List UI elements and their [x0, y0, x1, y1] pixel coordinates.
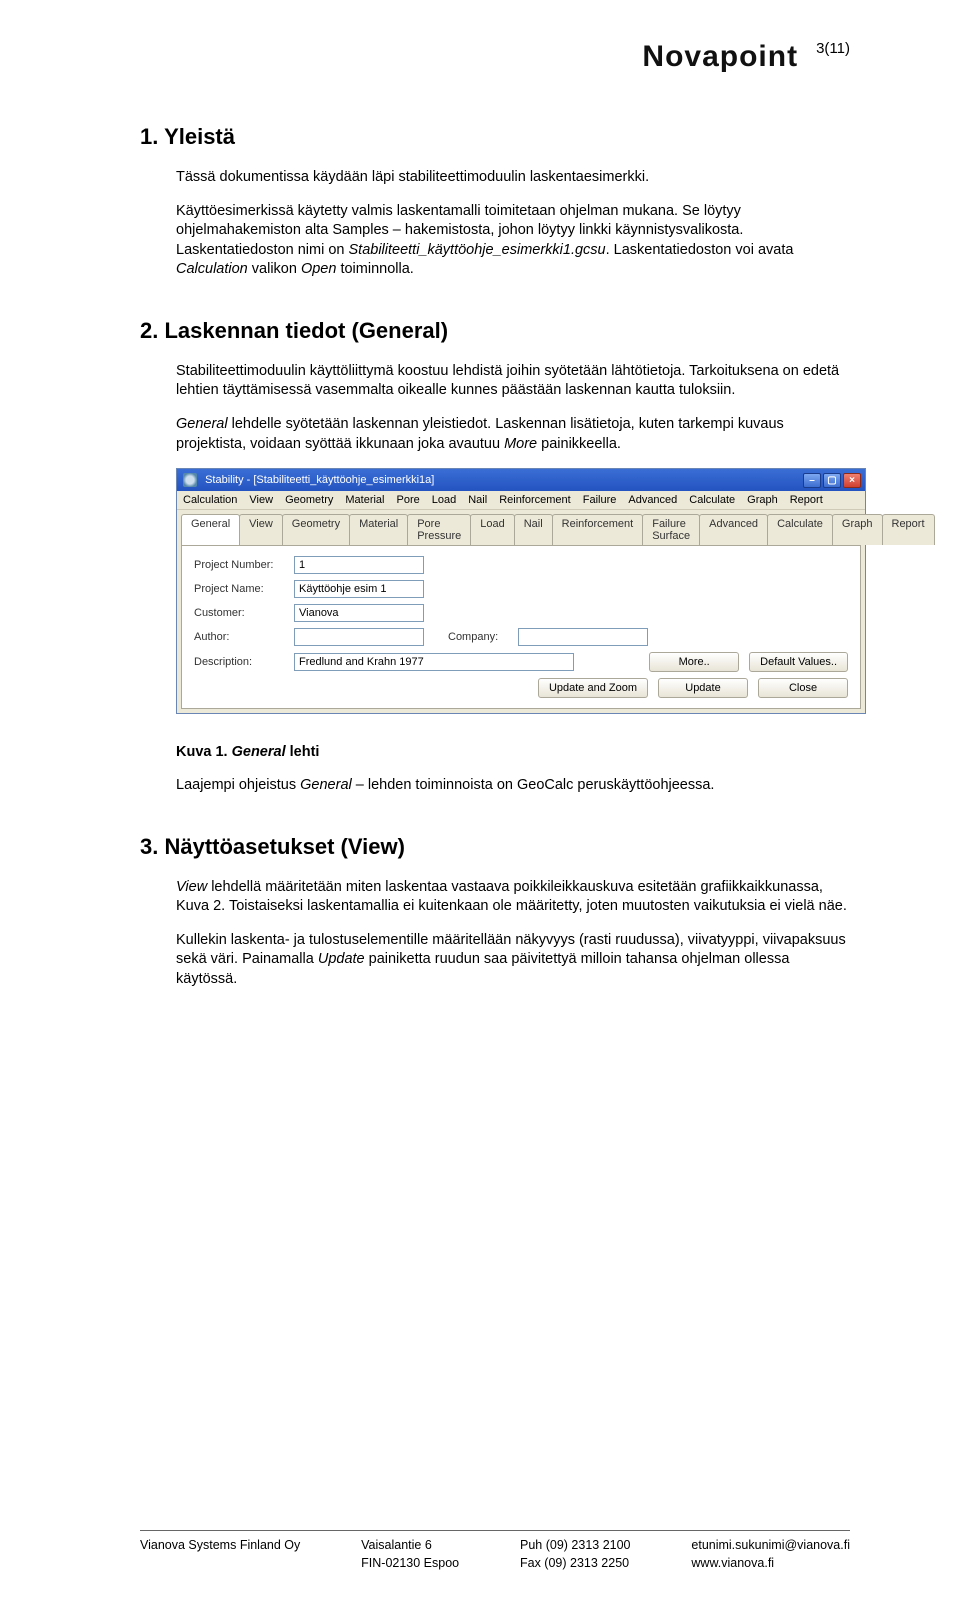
s2-p2-general: General	[176, 416, 228, 432]
stability-app-window: Stability - [Stabiliteetti_käyttöohje_es…	[176, 468, 866, 714]
label-customer: Customer:	[194, 607, 294, 619]
tab-report[interactable]: Report	[882, 514, 935, 545]
label-project-number: Project Number:	[194, 559, 294, 571]
section-3-title: 3. Näyttöasetukset (View)	[140, 834, 850, 860]
minimize-button[interactable]: –	[803, 473, 821, 488]
window-title: Stability - [Stabiliteetti_käyttöohje_es…	[205, 474, 434, 486]
update-and-zoom-button[interactable]: Update and Zoom	[538, 678, 648, 698]
tab-advanced[interactable]: Advanced	[699, 514, 768, 545]
tab-view[interactable]: View	[239, 514, 283, 545]
section-2-title: 2. Laskennan tiedot (General)	[140, 318, 850, 344]
close-panel-button[interactable]: Close	[758, 678, 848, 698]
input-project-number[interactable]	[294, 556, 424, 574]
section-1-title: 1. Yleistä	[140, 124, 850, 150]
s2-p3: Laajempi ohjeistus General – lehden toim…	[176, 776, 850, 796]
tab-calculate[interactable]: Calculate	[767, 514, 833, 545]
tab-nail[interactable]: Nail	[514, 514, 553, 545]
s3-p1-view: View	[176, 879, 207, 895]
close-button[interactable]: ×	[843, 473, 861, 488]
label-project-name: Project Name:	[194, 583, 294, 595]
more-button[interactable]: More..	[649, 652, 739, 672]
s1-p2-file: Stabiliteetti_käyttöohje_esimerkki1.gcsu	[349, 242, 606, 258]
tab-failure-surface[interactable]: Failure Surface	[642, 514, 700, 545]
menu-report[interactable]: Report	[790, 494, 823, 506]
menu-reinforcement[interactable]: Reinforcement	[499, 494, 571, 506]
fig1-general: General	[232, 744, 286, 760]
footer-email: etunimi.sukunimi@vianova.fi www.vianova.…	[691, 1537, 850, 1572]
default-values-button[interactable]: Default Values..	[749, 652, 848, 672]
label-description: Description:	[194, 656, 294, 668]
tab-load[interactable]: Load	[470, 514, 514, 545]
s3-p2: Kullekin laskenta- ja tulostuselementill…	[176, 931, 850, 990]
logo-text: Novapoint	[642, 40, 798, 74]
s2-p2-a: lehdelle syötetään laskennan yleistiedot…	[176, 416, 784, 452]
figure-1-caption: Kuva 1. General lehti	[176, 744, 850, 760]
page-header: Novapoint 3(11)	[140, 40, 850, 74]
s3-p1: View lehdellä määritetään miten laskenta…	[176, 878, 850, 917]
s1-p2-open: Open	[301, 261, 336, 277]
menu-calculation[interactable]: Calculation	[183, 494, 237, 506]
s1-p1: Tässä dokumentissa käydään läpi stabilit…	[176, 168, 850, 188]
menu-pore[interactable]: Pore	[397, 494, 420, 506]
input-company[interactable]	[518, 628, 648, 646]
menu-view[interactable]: View	[249, 494, 273, 506]
s2-p3-c: – lehden toiminnoista on GeoCalc peruskä…	[352, 777, 715, 793]
menu-calculate[interactable]: Calculate	[689, 494, 735, 506]
input-customer[interactable]	[294, 604, 424, 622]
page-footer: Vianova Systems Finland Oy Vaisalantie 6…	[0, 1530, 960, 1572]
s1-p2: Käyttöesimerkissä käytetty valmis lasken…	[176, 202, 850, 280]
s2-p3-general: General	[300, 777, 352, 793]
tab-body-general: Project Number: Project Name: Customer: …	[181, 545, 861, 709]
menu-graph[interactable]: Graph	[747, 494, 778, 506]
s1-p2-calc: Calculation	[176, 261, 248, 277]
input-author[interactable]	[294, 628, 424, 646]
maximize-button[interactable]: ▢	[823, 473, 841, 488]
menu-geometry[interactable]: Geometry	[285, 494, 333, 506]
tab-reinforcement[interactable]: Reinforcement	[552, 514, 644, 545]
menu-advanced[interactable]: Advanced	[628, 494, 677, 506]
s2-p2: General lehdelle syötetään laskennan yle…	[176, 415, 850, 454]
tab-graph[interactable]: Graph	[832, 514, 883, 545]
tab-general[interactable]: General	[181, 514, 240, 545]
input-project-name[interactable]	[294, 580, 424, 598]
app-icon	[183, 473, 197, 487]
input-description[interactable]	[294, 653, 574, 671]
s3-p2-update: Update	[318, 951, 365, 967]
fig1-label: Kuva 1.	[176, 744, 232, 760]
footer-company: Vianova Systems Finland Oy	[140, 1537, 300, 1572]
menu-nail[interactable]: Nail	[468, 494, 487, 506]
footer-phone: Puh (09) 2313 2100 Fax (09) 2313 2250	[520, 1537, 631, 1572]
menu-material[interactable]: Material	[345, 494, 384, 506]
menu-failure[interactable]: Failure	[583, 494, 617, 506]
label-author: Author:	[194, 631, 294, 643]
s2-p1: Stabiliteettimoduulin käyttöliittymä koo…	[176, 362, 850, 401]
s3-p1-a: lehdellä määritetään miten laskentaa vas…	[176, 879, 847, 915]
s2-p2-more: More	[504, 436, 537, 452]
menu-load[interactable]: Load	[432, 494, 456, 506]
s1-p2-d: toiminnolla.	[336, 261, 413, 277]
page-number: 3(11)	[816, 40, 850, 57]
label-company: Company:	[448, 631, 518, 643]
footer-address: Vaisalantie 6 FIN-02130 Espoo	[361, 1537, 459, 1572]
s1-p2-b: . Laskentatiedoston voi avata	[606, 242, 794, 258]
tab-pore-pressure[interactable]: Pore Pressure	[407, 514, 471, 545]
fig1-suffix: lehti	[286, 744, 320, 760]
footer-divider	[140, 1530, 850, 1531]
tab-geometry[interactable]: Geometry	[282, 514, 350, 545]
s2-p2-c: painikkeella.	[537, 436, 621, 452]
s1-p2-c: valikon	[248, 261, 301, 277]
tab-strip: General View Geometry Material Pore Pres…	[177, 510, 865, 545]
tab-material[interactable]: Material	[349, 514, 408, 545]
s2-p3-a: Laajempi ohjeistus	[176, 777, 300, 793]
update-button[interactable]: Update	[658, 678, 748, 698]
menubar: Calculation View Geometry Material Pore …	[177, 491, 865, 510]
window-titlebar: Stability - [Stabiliteetti_käyttöohje_es…	[177, 469, 865, 491]
